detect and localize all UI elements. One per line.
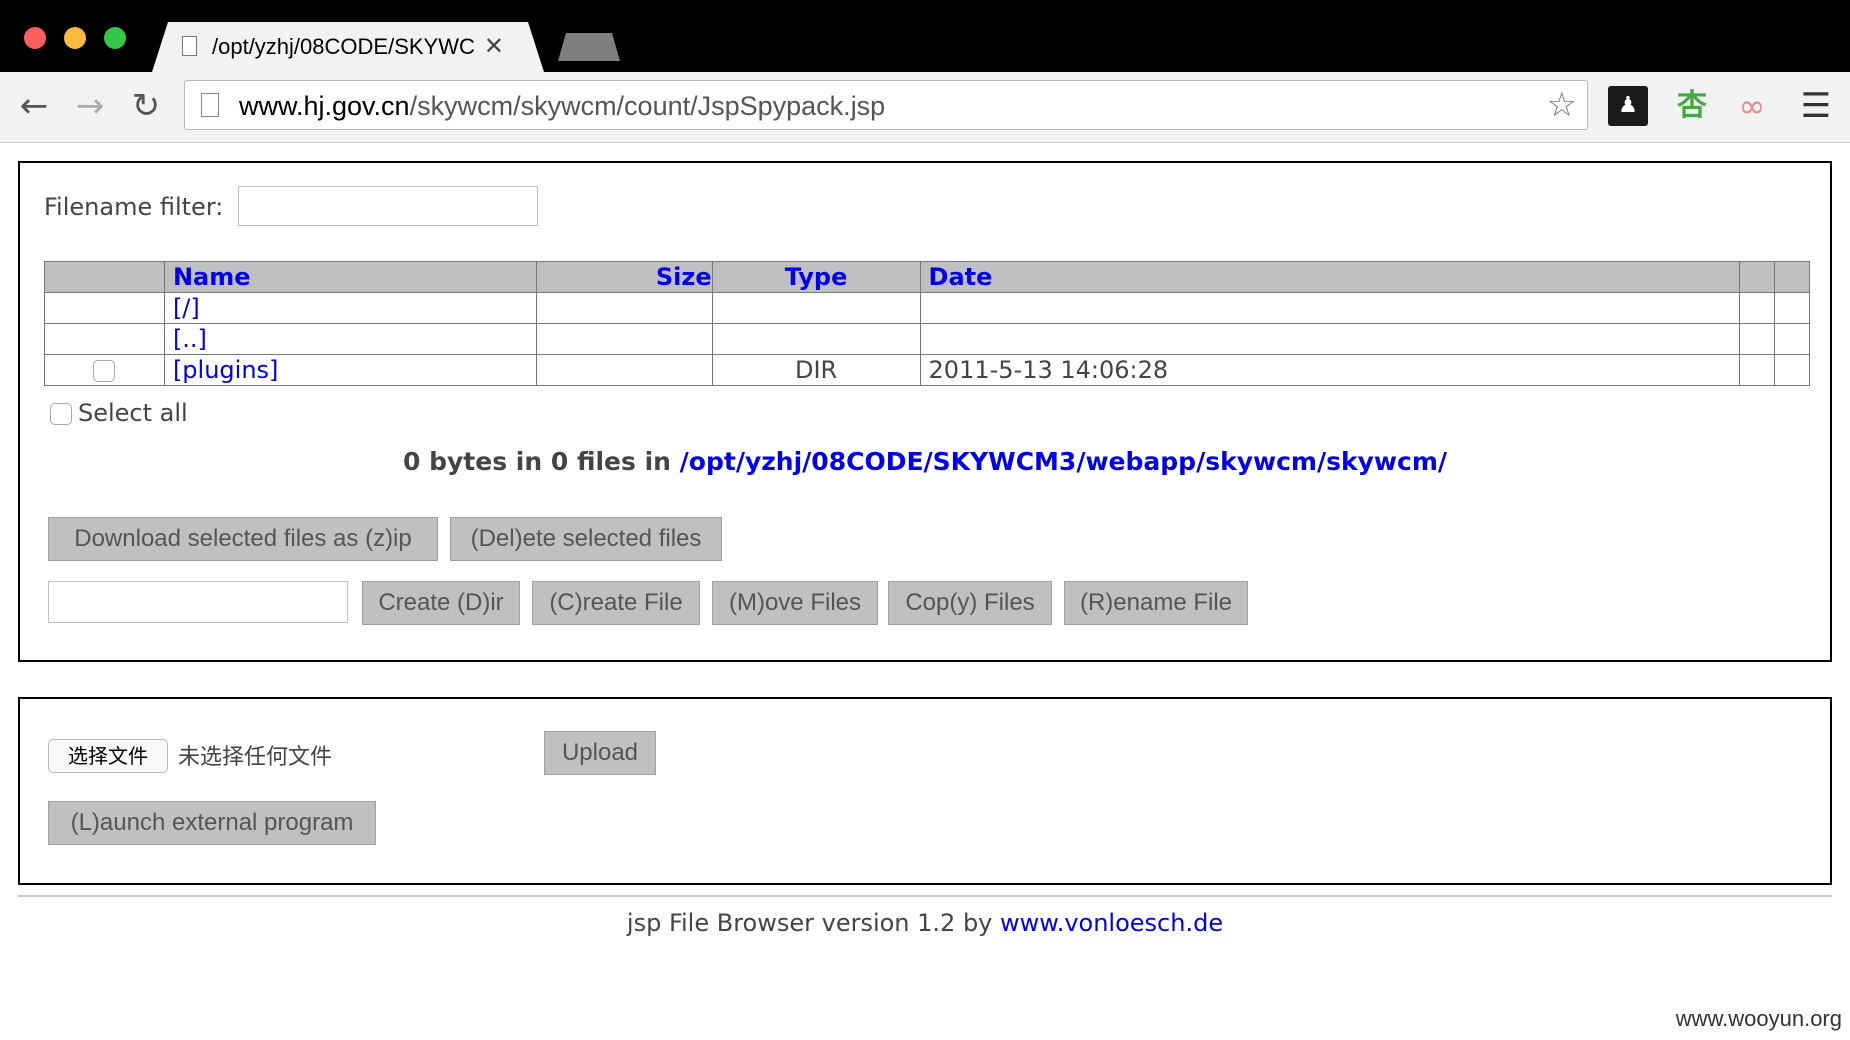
header-extra-1 — [1738, 261, 1775, 293]
forward-arrow-icon[interactable]: → — [70, 86, 110, 126]
delete-files-button[interactable]: (Del)ete selected files — [450, 517, 722, 561]
window-titlebar: /opt/yzhj/08CODE/SKYWC ✕ — [0, 0, 1850, 72]
file-browser-panel: Filename filter: Name Size Type Date [/]… — [18, 161, 1832, 662]
footer-divider — [18, 895, 1832, 897]
row-date — [919, 323, 1740, 355]
choose-file-button[interactable]: 选择文件 — [48, 739, 168, 773]
row-extra-2 — [1773, 292, 1811, 324]
select-all-label: Select all — [78, 399, 188, 427]
upload-panel: 选择文件 未选择任何文件 Upload (L)aunch external pr… — [18, 697, 1832, 885]
header-extra-2 — [1773, 261, 1811, 293]
page-content: Filename filter: Name Size Type Date [/]… — [0, 143, 1850, 1040]
row-checkbox[interactable] — [93, 360, 116, 382]
upload-button[interactable]: Upload — [544, 731, 656, 775]
copy-files-button[interactable]: Cop(y) Files — [888, 581, 1052, 625]
rename-file-button[interactable]: (R)ename File — [1064, 581, 1248, 625]
page-icon — [182, 36, 197, 56]
footer-link[interactable]: www.vonloesch.de — [1000, 909, 1223, 937]
new-name-input[interactable] — [48, 581, 348, 623]
no-file-chosen-text: 未选择任何文件 — [178, 745, 333, 770]
move-files-button[interactable]: (M)ove Files — [712, 581, 878, 625]
plugins-dir-link[interactable]: [plugins] — [163, 354, 537, 386]
launch-program-button[interactable]: (L)aunch external program — [48, 801, 376, 845]
back-arrow-icon[interactable]: ← — [14, 86, 54, 126]
close-window-button[interactable] — [24, 27, 46, 49]
row-date: 2011-5-13 14:06:28 — [919, 354, 1740, 386]
minimize-window-button[interactable] — [64, 27, 86, 49]
row-extra-1 — [1738, 323, 1775, 355]
row-size — [535, 354, 713, 386]
header-name[interactable]: Name — [163, 261, 537, 293]
extension-apricot-icon[interactable]: 杏 — [1672, 86, 1712, 126]
create-file-button[interactable]: (C)reate File — [532, 581, 700, 625]
url-host: www.hj.gov.cn — [239, 91, 410, 121]
row-size — [535, 292, 713, 324]
row-type: DIR — [711, 354, 921, 386]
table-row: [/] — [44, 292, 1811, 324]
current-path-link[interactable]: /opt/yzhj/08CODE/SKYWCM3/webapp/skywcm/s… — [680, 447, 1447, 476]
table-row: [..] — [44, 323, 1811, 355]
extension-rings-icon[interactable]: ∞ — [1732, 86, 1772, 126]
parent-dir-link[interactable]: [..] — [163, 323, 537, 355]
table-header-row: Name Size Type Date — [44, 261, 1811, 293]
url-path: /skywcm/skywcm/count/JspSpypack.jsp — [409, 91, 886, 121]
browser-toolbar: ← → ↻ www.hj.gov.cn/skywcm/skywcm/count/… — [0, 72, 1850, 143]
summary-text: 0 bytes in 0 files in — [403, 447, 680, 476]
root-dir-link[interactable]: [/] — [163, 292, 537, 324]
row-select-cell — [44, 323, 165, 355]
tab-title: /opt/yzhj/08CODE/SKYWC — [212, 34, 475, 59]
row-size — [535, 323, 713, 355]
select-all[interactable]: Select all — [50, 399, 188, 427]
row-extra-1 — [1738, 354, 1775, 386]
header-type[interactable]: Type — [711, 261, 921, 293]
download-zip-button[interactable]: Download selected files as (z)ip — [48, 517, 438, 561]
row-type — [711, 323, 921, 355]
table-row: [plugins] DIR 2011-5-13 14:06:28 — [44, 354, 1811, 386]
row-extra-2 — [1773, 354, 1811, 386]
create-dir-button[interactable]: Create (D)ir — [362, 581, 520, 625]
header-date[interactable]: Date — [919, 261, 1740, 293]
directory-summary: 0 bytes in 0 files in /opt/yzhj/08CODE/S… — [20, 447, 1830, 476]
zoom-window-button[interactable] — [104, 27, 126, 49]
footer-text: jsp File Browser version 1.2 by — [626, 909, 1001, 937]
row-extra-2 — [1773, 323, 1811, 355]
url-text[interactable]: www.hj.gov.cn/skywcm/skywcm/count/JspSpy… — [239, 91, 885, 122]
footer: jsp File Browser version 1.2 by www.vonl… — [0, 909, 1850, 937]
header-select — [44, 261, 165, 293]
new-tab-button[interactable] — [558, 33, 620, 61]
row-select-cell — [44, 292, 165, 324]
filter-label: Filename filter: — [44, 193, 224, 221]
menu-icon[interactable]: ☰ — [1796, 86, 1836, 126]
row-date — [919, 292, 1740, 324]
address-bar[interactable]: www.hj.gov.cn/skywcm/skywcm/count/JspSpy… — [184, 80, 1588, 130]
header-size[interactable]: Size — [535, 261, 713, 293]
bookmark-star-icon[interactable]: ☆ — [1547, 85, 1577, 125]
select-all-checkbox[interactable] — [50, 403, 72, 425]
tab-close-icon[interactable]: ✕ — [484, 32, 504, 60]
browser-tab[interactable]: /opt/yzhj/08CODE/SKYWC ✕ — [152, 22, 544, 72]
row-type — [711, 292, 921, 324]
filename-filter-input[interactable] — [238, 186, 538, 226]
file-table: Name Size Type Date [/] [..] [plugins] D… — [44, 261, 1811, 386]
row-select-cell — [44, 354, 165, 386]
watermark: www.wooyun.org — [1675, 1006, 1842, 1031]
extension-person-icon[interactable]: ♟ — [1608, 86, 1648, 126]
reload-icon[interactable]: ↻ — [126, 86, 166, 126]
row-extra-1 — [1738, 292, 1775, 324]
page-icon — [201, 93, 219, 117]
